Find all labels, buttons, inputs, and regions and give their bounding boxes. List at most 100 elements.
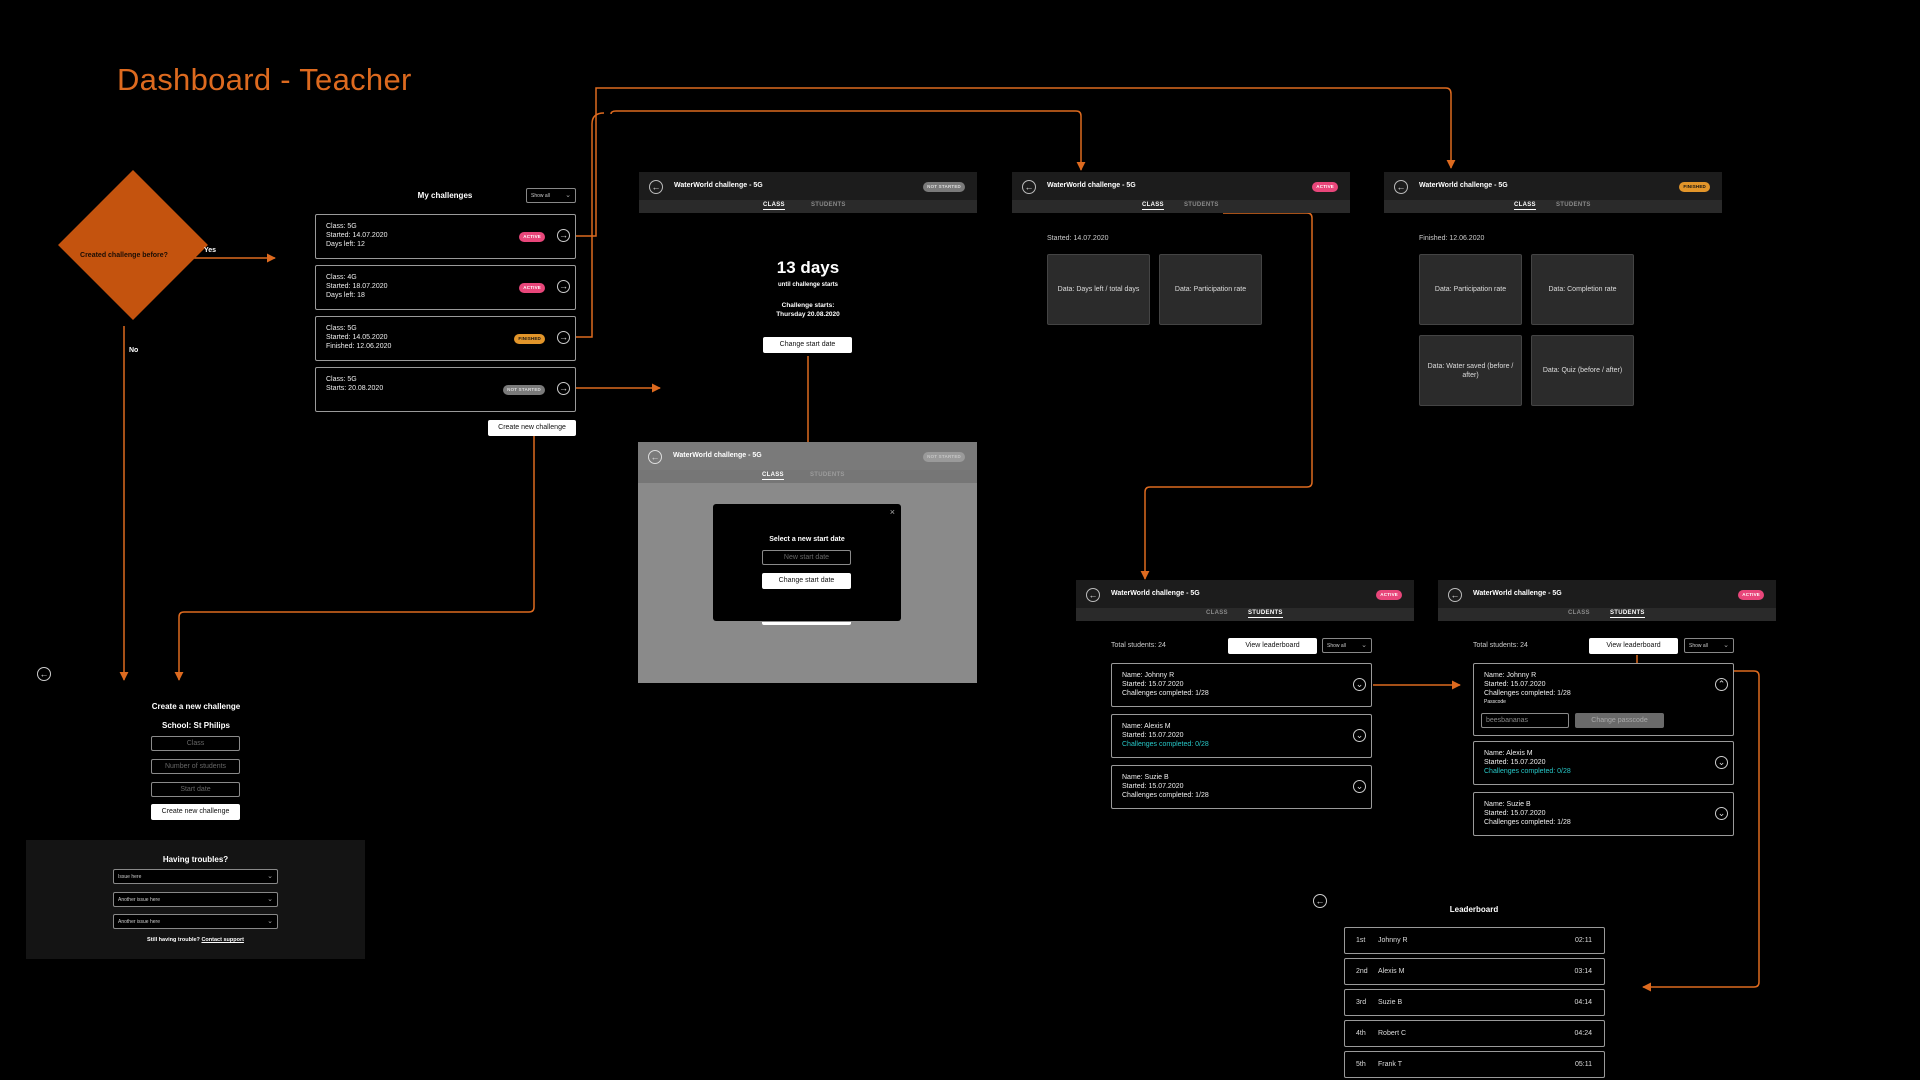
- student-started: Started: 15.07.2020: [1122, 732, 1184, 739]
- passcode-input[interactable]: beesbananas: [1481, 713, 1569, 728]
- chevron-down-circle-icon[interactable]: ⌄: [1353, 780, 1366, 793]
- challenge-card[interactable]: Class: 5G Started: 14.05.2020 Finished: …: [315, 316, 576, 361]
- students-filter-select[interactable]: Show all ⌄: [1322, 638, 1372, 653]
- rank: 4th: [1356, 1030, 1366, 1037]
- tab-students[interactable]: STUDENTS: [1248, 610, 1283, 618]
- start-date-input[interactable]: Start date: [151, 782, 240, 797]
- days-until-caption: until challenge starts: [777, 282, 838, 288]
- number-of-students-input[interactable]: Number of students: [151, 759, 240, 774]
- create-new-challenge-button[interactable]: Create new challenge: [151, 804, 240, 820]
- tab-class[interactable]: CLASS: [1206, 610, 1228, 616]
- back-arrow-icon[interactable]: ←: [37, 667, 51, 681]
- back-arrow-icon[interactable]: ←: [1022, 180, 1036, 194]
- student-card[interactable]: Name: Alexis M Started: 15.07.2020 Chall…: [1111, 714, 1372, 758]
- player-name: Suzie B: [1378, 999, 1403, 1006]
- player-time: 02:11: [1575, 937, 1592, 944]
- back-arrow-icon[interactable]: ←: [1313, 894, 1327, 908]
- issue-select[interactable]: Issue here ⌄: [113, 869, 278, 884]
- arrow-right-circle-icon[interactable]: →: [557, 382, 570, 395]
- tab-class[interactable]: CLASS: [1568, 610, 1590, 616]
- student-card[interactable]: Name: Suzie B Started: 15.07.2020 Challe…: [1111, 765, 1372, 809]
- tab-students[interactable]: STUDENTS: [810, 472, 845, 478]
- tab-students[interactable]: STUDENTS: [811, 202, 846, 208]
- student-name: Name: Johnny R: [1484, 672, 1537, 679]
- status-badge: ACTIVE: [1312, 182, 1338, 192]
- finished-date: Finished: 12.06.2020: [1419, 235, 1485, 242]
- challenge-card[interactable]: Class: 5G Starts: 20.08.2020 NOT STARTED…: [315, 367, 576, 412]
- back-arrow-icon[interactable]: ←: [648, 450, 662, 464]
- challenges-filter-select[interactable]: Show all ⌄: [526, 188, 576, 203]
- students-filter-select[interactable]: Show all ⌄: [1684, 638, 1734, 653]
- student-card[interactable]: Name: Suzie B Started: 15.07.2020 Challe…: [1473, 792, 1734, 836]
- player-time: 05:11: [1575, 1061, 1592, 1068]
- view-leaderboard-button[interactable]: View leaderboard: [1228, 638, 1317, 654]
- new-start-date-input[interactable]: New start date: [762, 550, 851, 565]
- chevron-down-icon: ⌄: [267, 896, 273, 903]
- student-card[interactable]: Name: Alexis M Started: 15.07.2020 Chall…: [1473, 741, 1734, 785]
- class-input[interactable]: Class: [151, 736, 240, 751]
- issue-select[interactable]: Another issue here ⌄: [113, 914, 278, 929]
- starts-label: Challenge starts:: [781, 302, 835, 309]
- student-card[interactable]: Name: Johnny R Started: 15.07.2020 Chall…: [1111, 663, 1372, 707]
- arrow-right-circle-icon[interactable]: →: [557, 331, 570, 344]
- create-form-heading: Create a new challenge: [151, 702, 241, 711]
- troubles-footer-text: Still having trouble?: [147, 937, 200, 943]
- connector-create: [174, 431, 535, 681]
- back-arrow-icon[interactable]: ←: [1086, 588, 1100, 602]
- rank: 1st: [1356, 937, 1366, 944]
- tab-students[interactable]: STUDENTS: [1556, 202, 1591, 208]
- arrow-right-circle-icon[interactable]: →: [557, 280, 570, 293]
- chevron-down-circle-icon[interactable]: ⌄: [1353, 678, 1366, 691]
- student-started: Started: 15.07.2020: [1484, 810, 1546, 817]
- page-title: Dashboard - Teacher: [117, 62, 412, 97]
- student-completed: Challenges completed: 1/28: [1122, 792, 1209, 799]
- create-challenge-button[interactable]: Create new challenge: [488, 420, 576, 436]
- troubles-heading: Having troubles?: [162, 855, 229, 864]
- chevron-down-icon: ⌄: [1361, 642, 1367, 649]
- back-arrow-icon[interactable]: ←: [1448, 588, 1462, 602]
- student-started: Started: 15.07.2020: [1484, 681, 1546, 688]
- leaderboard-row: 3rd Suzie B 04:14: [1344, 989, 1605, 1016]
- leaderboard-row: 5th Frank T 05:11: [1344, 1051, 1605, 1078]
- student-card-expanded[interactable]: Name: Johnny R Started: 15.07.2020 Chall…: [1473, 663, 1734, 736]
- issue-select[interactable]: Another issue here ⌄: [113, 892, 278, 907]
- tab-class[interactable]: CLASS: [1142, 202, 1164, 210]
- change-start-date-button[interactable]: Change start date: [763, 337, 852, 353]
- leaderboard-row: 4th Robert C 04:24: [1344, 1020, 1605, 1047]
- screen-not-started: ← WaterWorld challenge - 5G NOT STARTED …: [639, 172, 977, 382]
- data-tile: Data: Participation rate: [1419, 254, 1522, 325]
- player-name: Alexis M: [1378, 968, 1405, 975]
- connector-active-2: [610, 110, 1086, 171]
- decision-question: Created challenge before?: [80, 252, 168, 259]
- status-badge: ACTIVE: [1376, 590, 1402, 600]
- screen-header: ← WaterWorld challenge - 5G ACTIVE: [1012, 172, 1350, 200]
- chevron-down-circle-icon[interactable]: ⌄: [1715, 807, 1728, 820]
- contact-support-link[interactable]: Contact support: [201, 937, 243, 943]
- tab-students[interactable]: STUDENTS: [1610, 610, 1645, 618]
- tab-students[interactable]: STUDENTS: [1184, 202, 1219, 208]
- close-icon[interactable]: ×: [890, 507, 895, 517]
- chevron-down-circle-icon[interactable]: ⌄: [1353, 729, 1366, 742]
- tab-class[interactable]: CLASS: [1514, 202, 1536, 210]
- tab-class[interactable]: CLASS: [763, 202, 785, 210]
- tab-class[interactable]: CLASS: [762, 472, 784, 480]
- data-tile: Data: Quiz (before / after): [1531, 335, 1634, 406]
- student-name: Name: Suzie B: [1122, 774, 1169, 781]
- tab-bar: CLASS STUDENTS: [638, 470, 977, 483]
- chevron-down-circle-icon[interactable]: ⌄: [1715, 756, 1728, 769]
- student-completed: Challenges completed: 1/28: [1484, 690, 1571, 697]
- back-arrow-icon[interactable]: ←: [649, 180, 663, 194]
- screen-header: ← WaterWorld challenge - 5G FINISHED: [1384, 172, 1722, 200]
- change-passcode-button[interactable]: Change passcode: [1575, 713, 1664, 728]
- arrow-right-circle-icon[interactable]: →: [557, 229, 570, 242]
- back-arrow-icon[interactable]: ←: [1394, 180, 1408, 194]
- view-leaderboard-button[interactable]: View leaderboard: [1589, 638, 1678, 654]
- tab-bar: CLASS STUDENTS: [639, 200, 977, 213]
- screen-change-date-modal: ← WaterWorld challenge - 5G NOT STARTED …: [638, 442, 977, 683]
- challenge-card[interactable]: Class: 5G Started: 14.07.2020 Days left:…: [315, 214, 576, 259]
- chevron-down-icon: ⌄: [267, 918, 273, 925]
- screen-active: ← WaterWorld challenge - 5G ACTIVE CLASS…: [1012, 172, 1350, 332]
- modal-change-start-date-button[interactable]: Change start date: [762, 573, 851, 589]
- chevron-up-circle-icon[interactable]: ⌃: [1715, 678, 1728, 691]
- challenge-card[interactable]: Class: 4G Started: 18.07.2020 Days left:…: [315, 265, 576, 310]
